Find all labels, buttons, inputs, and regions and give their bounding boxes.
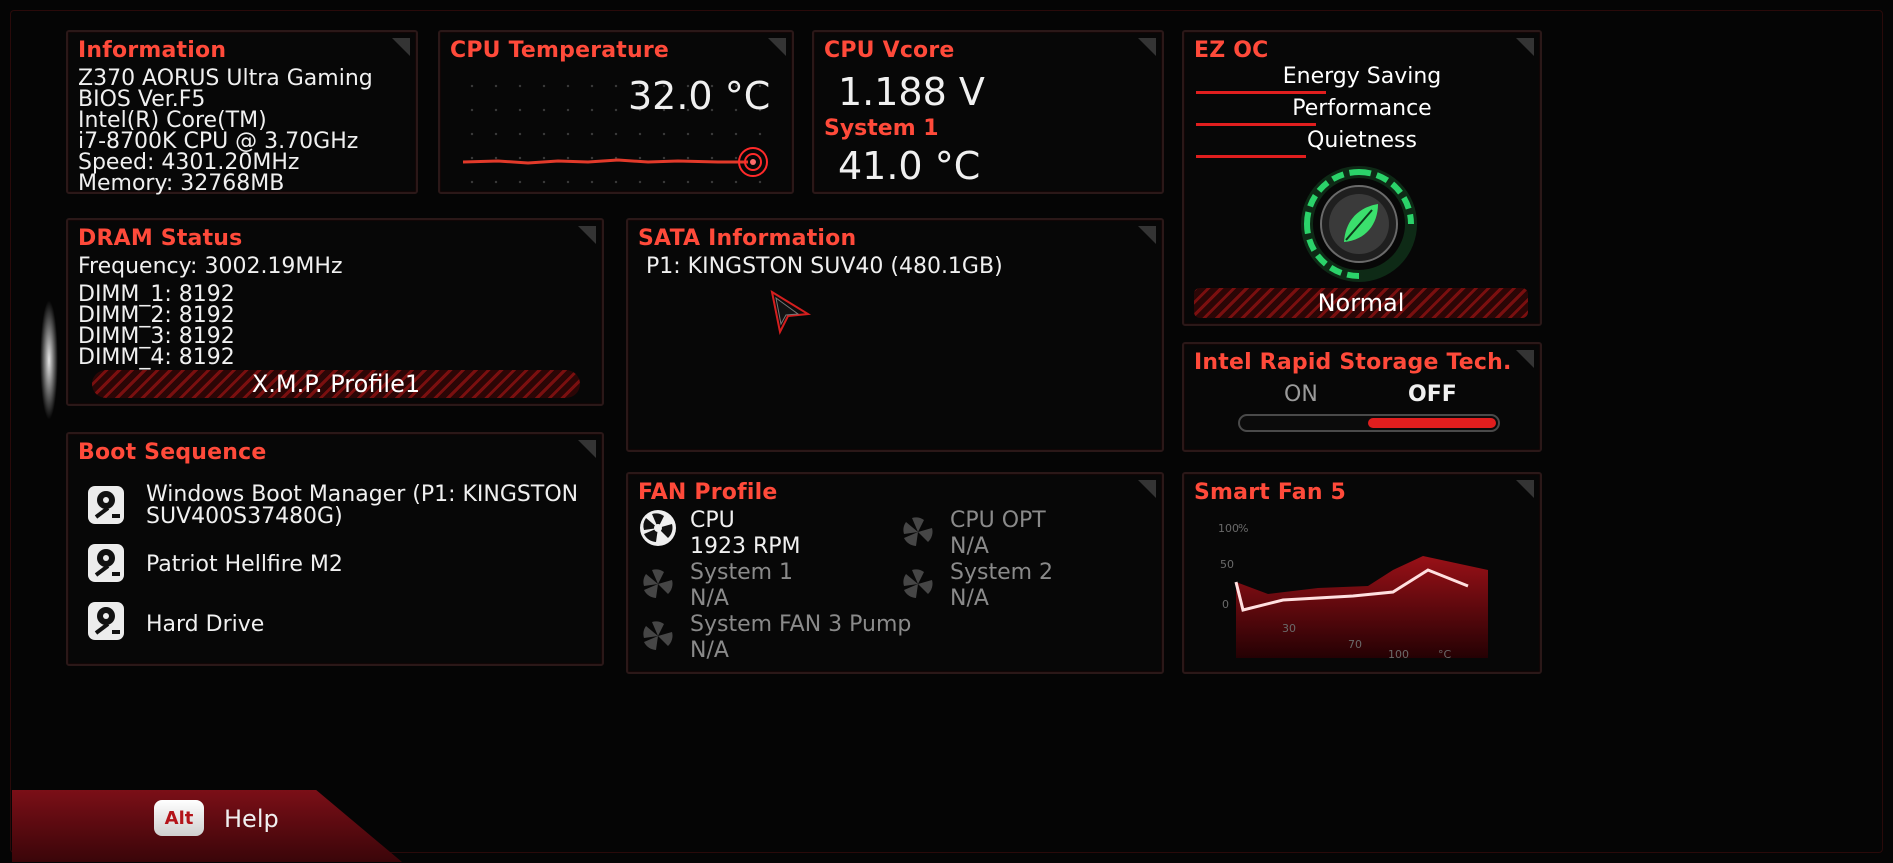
rst-toggle-track[interactable] (1238, 414, 1500, 432)
system1-temperature-value: 41.0 °C (838, 144, 981, 188)
fan-icon (638, 508, 678, 548)
help-label[interactable]: Help (224, 806, 279, 832)
ez-oc-option-quietness[interactable]: Quietness (1196, 124, 1528, 158)
option-underline (1196, 155, 1306, 158)
xmp-profile-bar[interactable]: X.M.P. Profile1 (92, 370, 580, 398)
help-bar: Alt Help (12, 790, 402, 862)
fan-item-system-fan3-pump[interactable]: System FAN 3 Pump N/A (638, 612, 1038, 664)
dram-status-panel[interactable]: DRAM Status Frequency: 3002.19MHz DIMM_1… (66, 218, 604, 406)
ez-oc-mode-label: Normal (1317, 289, 1405, 317)
fan-profile-panel[interactable]: FAN Profile CPU 1923 RPM CPU OPT N/A Sys… (626, 472, 1164, 674)
cpu-temperature-title: CPU Temperature (450, 38, 670, 63)
ez-oc-option-performance[interactable]: Performance (1196, 92, 1528, 126)
system1-label: System 1 (824, 116, 939, 141)
bios-window: Information Z370 AORUS Ultra Gaming BIOS… (0, 0, 1893, 863)
information-panel: Information Z370 AORUS Ultra Gaming BIOS… (66, 30, 418, 196)
boot-item[interactable]: Windows Boot Manager (P1: KINGSTON SUV40… (86, 482, 596, 536)
dram-frequency: Frequency: 3002.19MHz (78, 254, 343, 279)
hard-disk-icon (86, 484, 126, 526)
mouse-pointer-icon (770, 289, 812, 336)
smart-fan-curve-graph[interactable]: 100 % 50 0 30 70 100 °C (1198, 508, 1528, 668)
ez-oc-mode-bar[interactable]: Normal (1194, 288, 1528, 318)
boot-item[interactable]: Patriot Hellfire M2 (86, 542, 596, 590)
fan-value: N/A (950, 534, 989, 559)
option-label: Energy Saving (1282, 64, 1442, 89)
boot-item-label: Hard Drive (146, 612, 265, 637)
smart-fan-panel[interactable]: Smart Fan 5 100 % 50 0 30 70 100 °C (1182, 472, 1542, 674)
fan-value: N/A (690, 638, 729, 663)
dimm-slot: DIMM_4: 8192 (78, 345, 235, 370)
hard-disk-icon (86, 542, 126, 584)
edge-glow (40, 300, 58, 420)
smart-fan-title: Smart Fan 5 (1194, 480, 1347, 505)
fan-name: CPU (690, 508, 735, 533)
panel-corner-icon (392, 38, 410, 56)
fan-item-cpu-opt[interactable]: CPU OPT N/A (898, 508, 1148, 560)
fan-item-system2[interactable]: System 2 N/A (898, 560, 1148, 612)
smart-fan-y-tick: 50 (1220, 558, 1234, 571)
fan-item-system1[interactable]: System 1 N/A (638, 560, 888, 612)
alt-key-label: Alt (164, 807, 194, 829)
option-label: Quietness (1307, 128, 1417, 153)
sata-information-title: SATA Information (638, 226, 857, 251)
rst-on-label[interactable]: ON (1284, 382, 1318, 408)
fan-icon (898, 512, 938, 552)
panel-corner-icon (1138, 38, 1156, 56)
intel-rst-title: Intel Rapid Storage Tech. (1194, 350, 1512, 375)
panel-corner-icon (1138, 226, 1156, 244)
boot-sequence-panel[interactable]: Boot Sequence Windows Boot Manager (P1: … (66, 432, 604, 666)
smart-fan-y-tick: 100 (1218, 522, 1239, 535)
sata-information-panel[interactable]: SATA Information P1: KINGSTON SUV40 (480… (626, 218, 1164, 452)
boot-item[interactable]: Hard Drive (86, 600, 596, 648)
cpu-temperature-panel[interactable]: CPU Temperature 32.0 °C (438, 30, 794, 194)
fan-value: 1923 RPM (690, 534, 801, 559)
panel-corner-icon (768, 38, 786, 56)
boot-item-label-line2: SUV400S37480G) (146, 504, 343, 529)
ez-oc-panel[interactable]: EZ OC Energy Saving Performance Quietnes… (1182, 30, 1542, 326)
smart-fan-x-tick: 30 (1282, 622, 1296, 635)
fan-icon (638, 616, 678, 656)
sata-entry: P1: KINGSTON SUV40 (480.1GB) (646, 254, 1003, 279)
info-line: Memory: 32768MB (78, 171, 285, 196)
cpu-temperature-value: 32.0 °C (628, 74, 771, 118)
rst-toggle-fill (1368, 418, 1496, 428)
smart-fan-x-tick: °C (1438, 648, 1452, 661)
fan-item-cpu[interactable]: CPU 1923 RPM (638, 508, 888, 560)
panel-corner-icon (1138, 480, 1156, 498)
fan-profile-title: FAN Profile (638, 480, 778, 505)
fan-name: System 1 (690, 560, 794, 585)
fan-name: System FAN 3 Pump (690, 612, 912, 637)
panel-corner-icon (578, 440, 596, 458)
fan-name: System 2 (950, 560, 1054, 585)
fan-name: CPU OPT (950, 508, 1046, 533)
boot-item-label: Patriot Hellfire M2 (146, 552, 343, 577)
xmp-profile-label: X.M.P. Profile1 (251, 370, 421, 398)
information-title: Information (78, 38, 227, 63)
ez-oc-option-energy-saving[interactable]: Energy Saving (1196, 60, 1528, 94)
option-label: Performance (1292, 96, 1432, 121)
dram-status-title: DRAM Status (78, 226, 243, 251)
fan-icon (898, 564, 938, 604)
panel-corner-icon (1516, 480, 1534, 498)
smart-fan-x-tick: 70 (1348, 638, 1362, 651)
alt-key-button[interactable]: Alt (154, 800, 204, 836)
eco-dial-icon[interactable] (1274, 164, 1444, 284)
panel-corner-icon (1516, 350, 1534, 368)
fan-value: N/A (690, 586, 729, 611)
fan-value: N/A (950, 586, 989, 611)
cpu-vcore-value: 1.188 V (838, 70, 985, 114)
intel-rst-panel[interactable]: Intel Rapid Storage Tech. ON OFF (1182, 342, 1542, 452)
temperature-graph-line (462, 147, 768, 177)
cpu-vcore-panel[interactable]: CPU Vcore 1.188 V System 1 41.0 °C (812, 30, 1164, 194)
smart-fan-x-tick: 100 (1388, 648, 1409, 661)
boot-sequence-title: Boot Sequence (78, 440, 267, 465)
cpu-vcore-title: CPU Vcore (824, 38, 955, 63)
smart-fan-y-tick: % (1238, 522, 1248, 535)
panel-corner-icon (578, 226, 596, 244)
hard-disk-icon (86, 600, 126, 642)
panel-corner-icon (1516, 38, 1534, 56)
fan-icon (638, 564, 678, 604)
rst-off-label[interactable]: OFF (1408, 382, 1457, 408)
smart-fan-y-tick: 0 (1222, 598, 1229, 611)
